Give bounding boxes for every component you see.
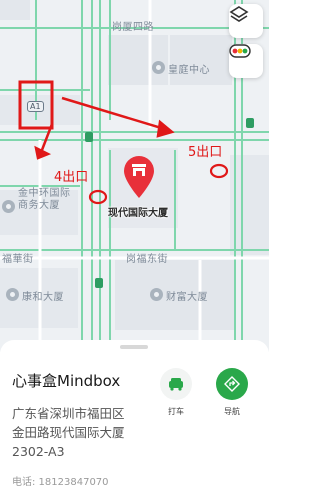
poi-label: 康和大厦 <box>22 292 64 303</box>
exit-5-annotation: 5出口 <box>188 145 223 160</box>
address-line: 广东省深圳市福田区 <box>12 406 125 421</box>
place-detail-sheet[interactable]: 心事盒Mindbox 广东省深圳市福田区 金田路现代国际大厦 2302-A3 电… <box>0 340 269 500</box>
bus-stop-icon[interactable] <box>95 278 103 288</box>
bus-stop-icon[interactable] <box>85 132 93 142</box>
layers-icon <box>229 6 249 22</box>
taxi-label: 打车 <box>168 407 184 416</box>
address-line: 2302-A3 <box>12 444 65 459</box>
address-line: 金田路现代国际大厦 <box>12 425 125 440</box>
poi-icon[interactable] <box>150 288 163 301</box>
bus-stop-icon[interactable] <box>246 118 254 128</box>
poi-icon[interactable] <box>152 61 165 74</box>
place-name: 心事盒Mindbox <box>12 372 121 390</box>
sheet-drag-handle[interactable] <box>120 345 148 349</box>
navigate-button[interactable]: 导航 <box>212 368 252 417</box>
poi-icon[interactable] <box>2 200 15 213</box>
poi-icon[interactable] <box>6 288 19 301</box>
taxi-button[interactable]: 打车 <box>156 368 196 417</box>
street-label: 岗厦四路 <box>112 22 154 33</box>
exit-4-annotation: 4出口 <box>54 170 89 185</box>
navigate-label: 导航 <box>224 407 240 416</box>
traffic-button[interactable] <box>229 44 263 78</box>
place-address: 广东省深圳市福田区 金田路现代国际大厦 2302-A3 <box>12 404 162 461</box>
destination-marker[interactable] <box>122 155 156 199</box>
poi-label: 金中环国际商务大厦 <box>18 188 71 211</box>
navigation-arrow-icon <box>224 376 240 392</box>
poi-label: 财富大厦 <box>166 292 208 303</box>
place-phone[interactable]: 电话: 18123847070 <box>12 473 109 488</box>
poi-label: 皇庭中心 <box>168 65 210 76</box>
street-label: 岗福东街 <box>126 254 168 265</box>
layers-button[interactable] <box>229 4 263 38</box>
traffic-light-icon <box>229 44 251 58</box>
taxi-icon <box>169 378 183 391</box>
road-badge: A1 <box>27 101 44 112</box>
destination-marker-label: 现代国际大厦 <box>108 208 168 219</box>
street-label: 福華街 <box>2 254 34 265</box>
location-pin-icon <box>124 156 154 198</box>
map-view[interactable]: 岗厦四路 福華街 岗福东街 A1 皇庭中心 金中环国际商务大厦 康和大厦 财富大… <box>0 0 269 352</box>
